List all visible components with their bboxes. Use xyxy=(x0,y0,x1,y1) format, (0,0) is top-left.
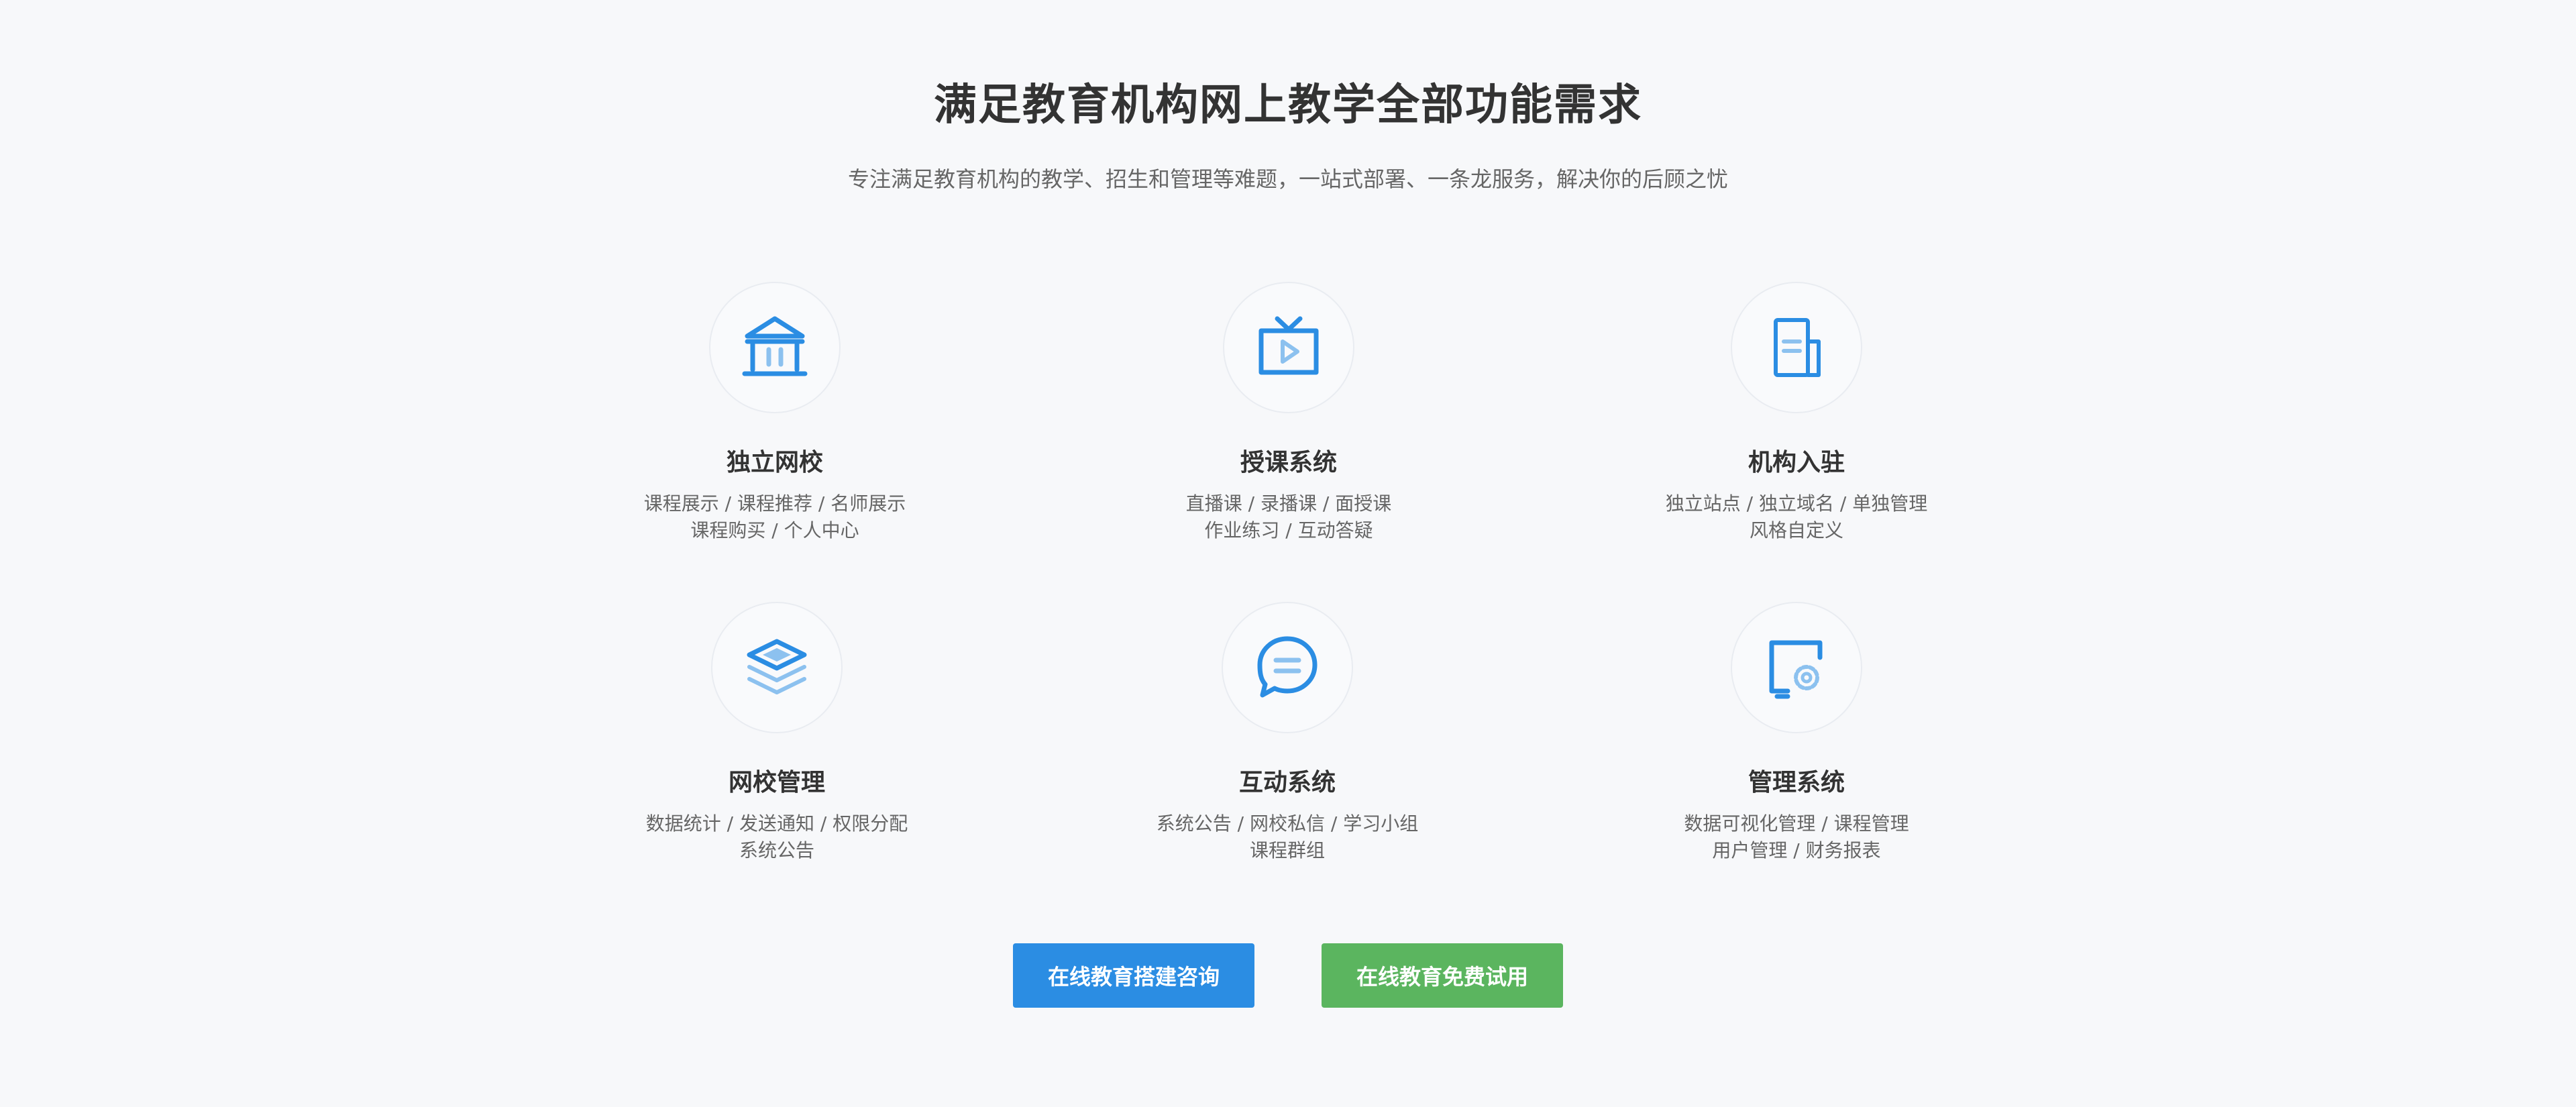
tv-play-icon xyxy=(1258,316,1319,375)
feature-description: 数据可视化管理 / 课程管理 用户管理 / 财务报表 xyxy=(1684,812,1909,862)
feature-title: 独立网校 xyxy=(726,449,823,476)
icon-circle xyxy=(1222,602,1353,733)
feature-title: 互动系统 xyxy=(1238,769,1336,796)
consult-button[interactable]: 在线教育搭建咨询 xyxy=(1013,943,1254,1008)
icon-circle xyxy=(1223,282,1354,413)
feature-card-institution-onboarding: 机构入驻 独立站点 / 独立域名 / 单独管理 风格自定义 xyxy=(1562,282,2031,544)
layers-icon xyxy=(747,639,807,694)
feature-title: 机构入驻 xyxy=(1748,449,1845,476)
feature-title: 管理系统 xyxy=(1748,769,1845,796)
feature-description: 独立站点 / 独立域名 / 单独管理 风格自定义 xyxy=(1665,492,1928,542)
feature-description: 课程展示 / 课程推荐 / 名师展示 课程购买 / 个人中心 xyxy=(643,492,906,542)
feature-description: 直播课 / 录播课 / 面授课 作业练习 / 互动答疑 xyxy=(1185,492,1392,542)
feature-description: 系统公告 / 网校私信 / 学习小组 课程群组 xyxy=(1156,812,1419,862)
feature-card-admin-system: 管理系统 数据可视化管理 / 课程管理 用户管理 / 财务报表 xyxy=(1562,602,2031,864)
chat-bubble-icon xyxy=(1257,636,1318,698)
feature-card-interaction-system: 互动系统 系统公告 / 网校私信 / 学习小组 课程群组 xyxy=(1053,602,1522,864)
page-title: 满足教育机构网上教学全部功能需求 xyxy=(934,81,1642,130)
document-icon xyxy=(1774,318,1821,377)
feature-card-school-management: 网校管理 数据统计 / 发送通知 / 权限分配 系统公告 xyxy=(542,602,1012,864)
feature-card-teaching-system: 授课系统 直播课 / 录播课 / 面授课 作业练习 / 互动答疑 xyxy=(1054,282,1523,544)
page-subtitle: 专注满足教育机构的教学、招生和管理等难题，一站式部署、一条龙服务，解决你的后顾之… xyxy=(847,166,1728,192)
icon-circle xyxy=(711,602,843,733)
school-building-icon xyxy=(742,316,808,376)
free-trial-button[interactable]: 在线教育免费试用 xyxy=(1322,943,1563,1008)
feature-title: 授课系统 xyxy=(1240,449,1337,476)
feature-title: 网校管理 xyxy=(728,769,825,796)
feature-description: 数据统计 / 发送通知 / 权限分配 系统公告 xyxy=(645,812,908,862)
icon-circle xyxy=(709,282,841,413)
feature-card-online-school: 独立网校 课程展示 / 课程推荐 / 名师展示 课程购买 / 个人中心 xyxy=(540,282,1010,544)
icon-circle xyxy=(1731,282,1862,413)
icon-circle xyxy=(1731,602,1862,733)
settings-gear-icon xyxy=(1769,640,1823,699)
